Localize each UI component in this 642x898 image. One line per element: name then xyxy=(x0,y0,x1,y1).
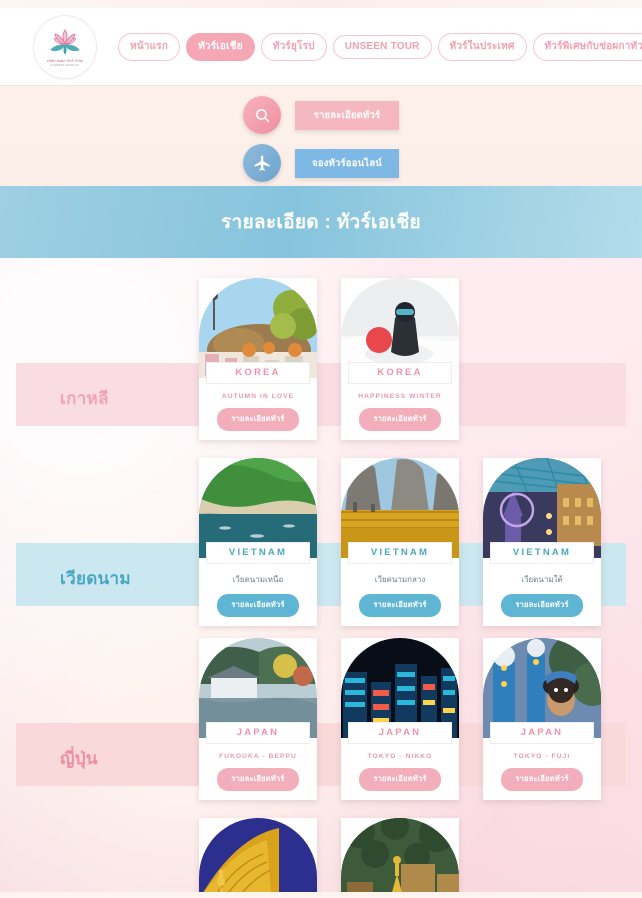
nav-item-europe-tour[interactable]: ทัวร์ยุโรป xyxy=(260,32,327,61)
nav-item-domestic-tour[interactable]: ทัวร์ในประเทศ xyxy=(437,32,527,61)
myanmar-pagoda-scene xyxy=(199,818,317,892)
airplane-icon-button[interactable] xyxy=(243,144,281,182)
card-country: VIETNAM xyxy=(206,542,310,564)
card-details-button[interactable]: รายละเอียดทัวร์ xyxy=(501,594,583,617)
card-body: JAPAN FUKOUKA - BEPPU รายละเอียดทัวร์ xyxy=(199,722,317,800)
nav-item-unseen-tour[interactable]: UNSEEN TOUR xyxy=(332,34,432,59)
search-row: รายละเอียดทัวร์ xyxy=(243,96,399,134)
nav-item-asia-tour[interactable]: ทัวร์เอเชีย xyxy=(186,32,255,61)
page-title: รายละเอียด : ทัวร์เอเชีย xyxy=(221,212,421,233)
action-band: รายละเอียดทัวร์ จองทัวร์ออนไลน์ xyxy=(0,86,642,186)
card-details-button[interactable]: รายละเอียดทัวร์ xyxy=(359,594,441,617)
row-label-vietnam: เวียดนาม xyxy=(60,569,131,588)
card-details-button[interactable]: รายละเอียดทัวร์ xyxy=(359,408,441,431)
tour-row-japan: ญี่ปุ่น JAPAN FUKOUKA - BEPPU รายละเอียด… xyxy=(0,618,642,800)
card-details-button[interactable]: รายละเอียดทัวร์ xyxy=(501,768,583,791)
card-title: เวียดนามเหนือ xyxy=(232,575,284,584)
row-label-korea: เกาหลี xyxy=(60,389,109,408)
card-body: JAPAN TOKYO - NIKKO รายละเอียดทัวร์ xyxy=(341,722,459,800)
card-body: VIETNAM เวียดนามเหนือ รายละเอียดทัวร์ xyxy=(199,542,317,626)
card-image xyxy=(199,818,317,892)
card-image xyxy=(341,818,459,892)
card-country: VIETNAM xyxy=(348,542,452,564)
card-country: JAPAN xyxy=(348,722,452,744)
card-body: JAPAN TOKYO - FUJI รายละเอียดทัวร์ xyxy=(483,722,601,800)
card-title: AUTUMN IN LOVE xyxy=(221,393,295,400)
online-booking-button[interactable]: จองทัวร์ออนไลน์ xyxy=(295,148,399,178)
tour-listing: เกาหลี KOREA AUTUMN IN LOVE รายละเอียดทั… xyxy=(0,258,642,892)
tour-card[interactable]: JAPAN TOKYO - NIKKO รายละเอียดทัวร์ xyxy=(341,638,459,800)
nav-item-home[interactable]: หน้าแรก xyxy=(118,32,181,61)
tour-card[interactable]: KOREA HAPPINESS WINTER รายละเอียดทัวร์ xyxy=(341,278,459,440)
tour-card[interactable]: KOREA AUTUMN IN LOVE รายละเอียดทัวร์ xyxy=(199,278,317,440)
tour-details-button[interactable]: รายละเอียดทัวร์ xyxy=(295,100,399,130)
tour-row-korea: เกาหลี KOREA AUTUMN IN LOVE รายละเอียดทั… xyxy=(0,258,642,440)
card-body: KOREA AUTUMN IN LOVE รายละเอียดทัวร์ xyxy=(199,362,317,440)
tour-row-partial xyxy=(0,798,642,892)
row-label-japan: ญี่ปุ่น xyxy=(60,749,98,768)
page-banner: รายละเอียด : ทัวร์เอเชีย xyxy=(0,186,642,258)
tour-card[interactable]: VIETNAM เวียดนามกลาง รายละเอียดทัวร์ xyxy=(341,458,459,626)
card-details-button[interactable]: รายละเอียดทัวร์ xyxy=(359,768,441,791)
tour-row-vietnam: เวียดนาม VIETNAM เวียดนามเหนือ รายละเอีย… xyxy=(0,438,642,626)
card-country: JAPAN xyxy=(490,722,594,744)
card-country: JAPAN xyxy=(206,722,310,744)
main-navigation: หน้าแรก ทัวร์เอเชีย ทัวร์ยุโรป UNSEEN TO… xyxy=(118,32,642,61)
search-icon-button[interactable] xyxy=(243,96,281,134)
card-title: HAPPINESS WINTER xyxy=(358,393,442,400)
card-body: KOREA HAPPINESS WINTER รายละเอียดทัวร์ xyxy=(341,362,459,440)
nav-item-special-tour[interactable]: ทัวร์พิเศษกับช่อผกาทัวร์ xyxy=(532,32,642,61)
lotus-icon xyxy=(50,28,80,55)
card-title: FUKOUKA - BEPPU xyxy=(219,753,297,760)
lotus-logo[interactable]: บริษัท ช่อผกาทัวร์ จำกัด CHOPAKA TOUR CO… xyxy=(34,15,96,78)
card-title: เวียดนามกลาง xyxy=(374,575,426,584)
tour-card[interactable]: VIETNAM เวียดนามใต้ รายละเอียดทัวร์ xyxy=(483,458,601,626)
card-title: TOKYO - NIKKO xyxy=(367,753,433,760)
tour-card[interactable]: JAPAN FUKOUKA - BEPPU รายละเอียดทัวร์ xyxy=(199,638,317,800)
tour-card[interactable] xyxy=(341,818,459,892)
card-details-button[interactable]: รายละเอียดทัวร์ xyxy=(217,594,299,617)
card-body: VIETNAM เวียดนามใต้ รายละเอียดทัวร์ xyxy=(483,542,601,626)
top-strip xyxy=(0,0,642,8)
card-country: VIETNAM xyxy=(490,542,594,564)
card-body: VIETNAM เวียดนามกลาง รายละเอียดทัวร์ xyxy=(341,542,459,626)
card-country: KOREA xyxy=(348,362,452,384)
airplane-icon xyxy=(254,155,270,171)
card-details-button[interactable]: รายละเอียดทัวร์ xyxy=(217,768,299,791)
myanmar-bagan-scene xyxy=(341,818,459,892)
card-title: เวียดนามใต้ xyxy=(521,575,563,584)
site-header: บริษัท ช่อผกาทัวร์ จำกัด CHOPAKA TOUR CO… xyxy=(0,8,642,86)
booking-row: จองทัวร์ออนไลน์ xyxy=(243,144,399,182)
card-country: KOREA xyxy=(206,362,310,384)
logo-caption-en: CHOPAKA TOUR CO. xyxy=(50,62,80,67)
card-details-button[interactable]: รายละเอียดทัวร์ xyxy=(217,408,299,431)
card-title: TOKYO - FUJI xyxy=(513,753,571,760)
search-icon xyxy=(255,108,269,122)
tour-card[interactable]: JAPAN TOKYO - FUJI รายละเอียดทัวร์ xyxy=(483,638,601,800)
tour-card[interactable]: VIETNAM เวียดนามเหนือ รายละเอียดทัวร์ xyxy=(199,458,317,626)
page-root: บริษัท ช่อผกาทัวร์ จำกัด CHOPAKA TOUR CO… xyxy=(0,0,642,898)
tour-card[interactable] xyxy=(199,818,317,892)
